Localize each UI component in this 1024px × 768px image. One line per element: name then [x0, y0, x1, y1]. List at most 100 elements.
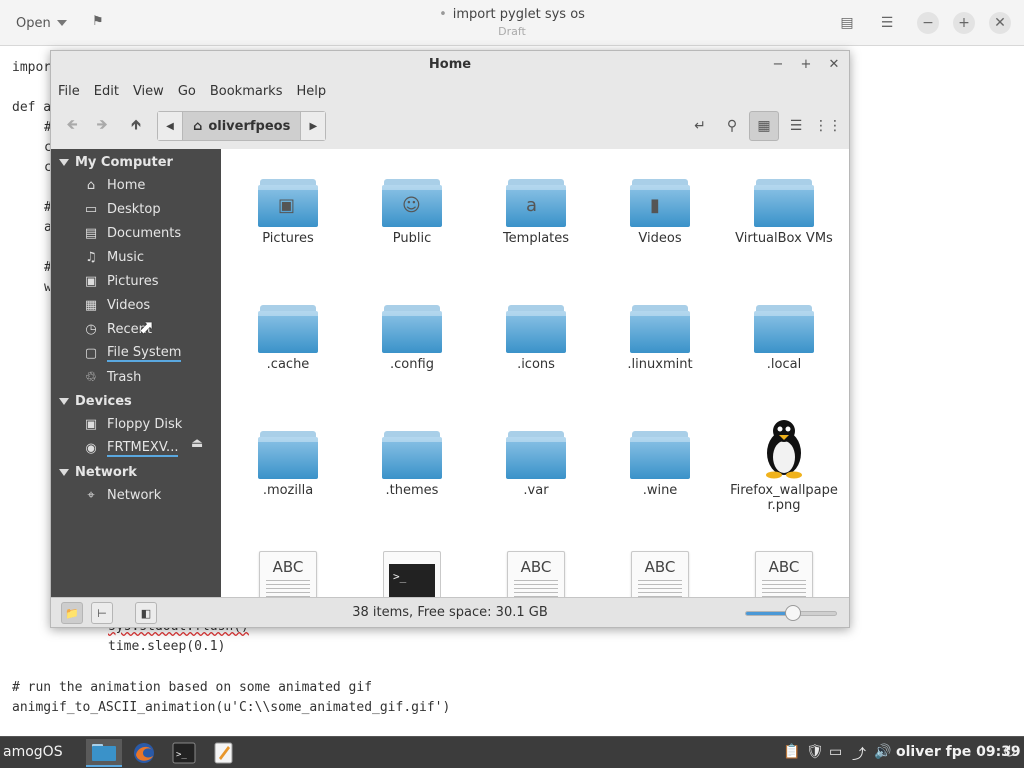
text-file-icon: ABC [755, 551, 813, 597]
network-tray-icon[interactable]: ⤴ [852, 744, 866, 764]
sidebar-item-music[interactable]: ♫ Music [83, 246, 144, 268]
search-icon[interactable]: ⚲ [717, 111, 747, 141]
up-icon[interactable]: 🡹 [121, 111, 151, 141]
recent-icon: ◷ [85, 321, 97, 337]
icon-view-icon[interactable]: ▦ [749, 111, 779, 141]
user-clock[interactable]: oliver fpe 09:39 [896, 744, 1021, 760]
expander-icon [59, 397, 69, 405]
close-icon[interactable]: ✕ [989, 12, 1011, 34]
document-icon[interactable]: ▤ [836, 12, 858, 34]
sidebar-item-frtmexv[interactable]: ◉ FRTMEXV... [83, 437, 179, 459]
file-item[interactable]: ABC [605, 551, 715, 597]
folder-item[interactable]: .config [357, 305, 467, 372]
sidebar-item-label: Documents [107, 225, 182, 241]
sidebar-item-label: Network [107, 487, 162, 503]
menu-bar: File Edit View Go Bookmarks Help [51, 81, 333, 105]
file-item[interactable]: ABC [481, 551, 591, 597]
folder-item[interactable]: .var [481, 431, 591, 498]
sidebar-item-label: File System [107, 344, 182, 362]
folder-item[interactable]: .themes [357, 431, 467, 498]
editor-title-text: import pyglet sys os [452, 7, 585, 22]
hamburger-menu-icon[interactable]: ☰ [876, 12, 898, 34]
sidebar-item-file-system[interactable]: ▢ File System [83, 342, 182, 364]
code-line: time.sleep(0.1) [108, 639, 226, 654]
menu-bookmarks[interactable]: Bookmarks [203, 81, 290, 105]
menu-file[interactable]: File [51, 81, 87, 105]
film-emblem-icon: ▮ [650, 195, 660, 216]
maximize-icon[interactable]: + [953, 12, 975, 34]
menu-help[interactable]: Help [289, 81, 333, 105]
zoom-slider[interactable] [745, 605, 837, 621]
folder-item[interactable]: .wine [605, 431, 715, 498]
file-item[interactable]: ABC [729, 551, 839, 597]
folder-item[interactable]: .mozilla [233, 431, 343, 498]
files-app-icon[interactable] [86, 739, 122, 767]
list-view-icon[interactable]: ☰ [781, 111, 811, 141]
folder-icon [630, 305, 690, 353]
firefox-app-icon[interactable] [126, 739, 162, 767]
sidebar-section-my-computer[interactable]: My Computer [59, 151, 173, 173]
start-menu-button[interactable]: amogOS [3, 744, 63, 760]
menu-go[interactable]: Go [171, 81, 203, 105]
toggle-location-icon[interactable]: ↵ [685, 111, 715, 141]
trash-icon: ♲ [85, 369, 97, 385]
compact-view-icon[interactable]: ⋮⋮ [813, 111, 843, 141]
folder-item[interactable]: .cache [233, 305, 343, 372]
folder-item[interactable]: .local [729, 305, 839, 372]
code-line: def a [12, 100, 52, 115]
sidebar-item-label: Pictures [107, 273, 159, 289]
sidebar-item-home[interactable]: ⌂ Home [83, 174, 146, 196]
sidebar-item-desktop[interactable]: ▭ Desktop [83, 198, 161, 220]
path-crumb-home[interactable]: ⌂ oliverfpeos [182, 112, 302, 140]
power-icon[interactable]: ⏻ [1004, 744, 1015, 760]
videos-icon: ▦ [84, 297, 98, 313]
clipboard-icon[interactable]: 📋 [783, 744, 800, 760]
back-icon[interactable]: 🡸 [57, 111, 87, 141]
file-item[interactable]: >_ [357, 551, 467, 597]
folder-item[interactable]: .linuxmint [605, 305, 715, 372]
folder-item[interactable]: a Templates [481, 179, 591, 246]
path-right-arrow-icon[interactable]: ▶ [301, 112, 326, 140]
folder-item[interactable]: VirtualBox VMs [729, 179, 839, 246]
forward-icon[interactable]: 🡺 [87, 111, 117, 141]
folder-item[interactable]: .icons [481, 305, 591, 372]
close-icon[interactable]: ✕ [825, 56, 843, 74]
folder-item[interactable]: ☺ Public [357, 179, 467, 246]
home-icon: ⌂ [193, 118, 203, 134]
sidebar-section-label: Devices [75, 393, 132, 409]
expander-icon [59, 468, 69, 476]
sidebar-section-devices[interactable]: Devices [59, 390, 132, 412]
editor-header: Open ⚑ • import pyglet sys os Draft ▤ ☰ −… [0, 0, 1024, 46]
folder-item[interactable]: ▣ Pictures [233, 179, 343, 246]
sidebar-item-trash[interactable]: ♲ Trash [83, 366, 141, 388]
eject-icon[interactable]: ⏏ [191, 436, 203, 451]
folder-icon [630, 431, 690, 479]
display-icon[interactable]: ▭ [829, 744, 842, 760]
minimize-icon[interactable]: − [769, 56, 787, 74]
folder-item[interactable]: ▮ Videos [605, 179, 715, 246]
file-item[interactable]: Firefox_wallpaper.​png [729, 417, 839, 513]
zoom-slider-knob[interactable] [784, 605, 801, 621]
minimize-icon[interactable]: − [917, 12, 939, 34]
volume-icon[interactable]: 🔊 [874, 744, 891, 760]
terminal-app-icon[interactable]: >_ [166, 739, 202, 767]
folder-icon [506, 305, 566, 353]
file-item[interactable]: ABC [233, 551, 343, 597]
text-editor-app-icon[interactable] [206, 739, 242, 767]
folder-icon [258, 305, 318, 353]
maximize-icon[interactable]: + [797, 56, 815, 74]
menu-edit[interactable]: Edit [87, 81, 126, 105]
sidebar-item-documents[interactable]: ▤ Documents [83, 222, 181, 244]
sidebar-item-videos[interactable]: ▦ Videos [83, 294, 150, 316]
sidebar-item-network[interactable]: ⌖ Network [83, 484, 161, 506]
shield-icon[interactable]: 🛡 [806, 744, 824, 760]
file-name-label: Videos [638, 231, 682, 246]
svg-text:>_: >_ [176, 750, 187, 760]
menu-view[interactable]: View [126, 81, 171, 105]
sidebar-item-label: Floppy Disk [107, 416, 183, 432]
mouse-cursor-icon: ⬈ [139, 317, 155, 338]
path-left-arrow-icon[interactable]: ◀ [158, 112, 182, 140]
sidebar-section-network[interactable]: Network [59, 461, 137, 483]
sidebar-item-pictures[interactable]: ▣ Pictures [83, 270, 159, 292]
sidebar-item-floppy-disk[interactable]: ▣ Floppy Disk [83, 413, 182, 435]
